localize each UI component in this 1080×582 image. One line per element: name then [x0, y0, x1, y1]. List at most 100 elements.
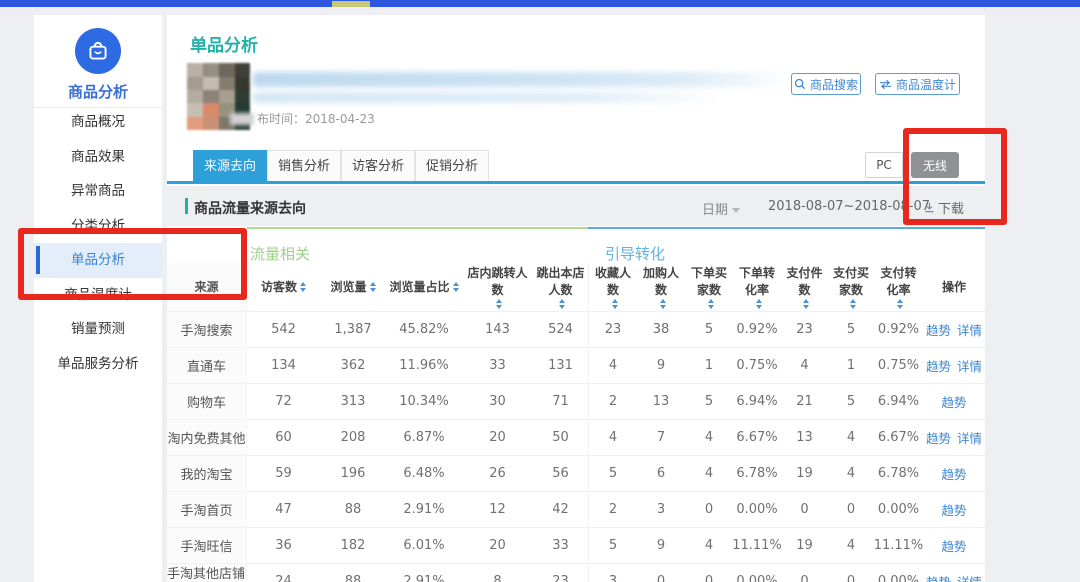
date-range-value[interactable]: 2018-08-07~2018-08-07	[768, 199, 930, 214]
download-button[interactable]: 下载	[924, 198, 964, 217]
section-title: 商品流量来源去向	[194, 198, 306, 218]
column-header-3[interactable]: 浏览量占比	[386, 263, 462, 311]
product-search-label: 商品搜索	[810, 76, 858, 93]
sort-arrows-icon	[708, 299, 714, 309]
tab-visitor-analysis[interactable]: 访客分析	[341, 150, 415, 181]
value-cell: 6.48%	[386, 456, 462, 491]
detail-link[interactable]: 详情	[957, 428, 982, 447]
value-cell: 0	[685, 564, 733, 582]
table-row: 我的淘宝591966.48%26565646.78%1946.78%趋势	[167, 455, 985, 491]
sort-arrows-icon	[897, 299, 903, 309]
trend-link[interactable]: 趋势	[941, 464, 966, 483]
value-cell: 36	[247, 528, 320, 563]
detail-link[interactable]: 详情	[957, 572, 982, 582]
action-cell: 趋势详情	[923, 564, 985, 582]
sidebar-item-single-item-analysis[interactable]: 单品分析	[34, 243, 162, 278]
sort-arrows-icon	[850, 299, 856, 309]
value-cell: 0	[781, 492, 828, 527]
sort-arrows-icon	[453, 282, 459, 292]
column-header-10[interactable]: 支付件数	[781, 263, 828, 311]
source-cell: 我的淘宝	[167, 456, 247, 491]
value-cell: 33	[462, 348, 533, 383]
value-cell: 1	[685, 348, 733, 383]
sidebar-item-category-analysis[interactable]: 分类分析	[34, 209, 162, 244]
value-cell: 524	[533, 312, 588, 347]
pc-toggle[interactable]: PC	[865, 152, 903, 178]
value-cell: 33	[533, 528, 588, 563]
value-cell: 30	[462, 384, 533, 419]
value-cell: 313	[320, 384, 386, 419]
sidebar-item-product-overview[interactable]: 商品概况	[34, 105, 162, 140]
column-header-6[interactable]: 收藏人数	[588, 263, 637, 311]
product-thermometer-button[interactable]: 商品温度计	[875, 73, 960, 95]
column-header-11[interactable]: 支付买家数	[828, 263, 874, 311]
tab-source-destination[interactable]: 来源去向	[193, 150, 267, 181]
value-cell: 0	[637, 564, 685, 582]
product-search-button[interactable]: 商品搜索	[791, 73, 861, 95]
wireless-toggle[interactable]: 无线	[911, 152, 959, 178]
column-header-5[interactable]: 跳出本店人数	[533, 263, 588, 311]
value-cell: 4	[685, 420, 733, 455]
value-cell: 182	[320, 528, 386, 563]
value-cell: 0.00%	[874, 564, 923, 582]
column-header-4[interactable]: 店内跳转人数	[462, 263, 533, 311]
search-icon	[794, 78, 806, 90]
sidebar-item-sales-forecast[interactable]: 销量预测	[34, 312, 162, 347]
value-cell: 21	[781, 384, 828, 419]
trend-link[interactable]: 趋势	[941, 536, 966, 555]
product-title-blurred	[253, 72, 793, 87]
value-cell: 4	[828, 420, 874, 455]
value-cell: 6.94%	[874, 384, 923, 419]
trend-link[interactable]: 趋势	[926, 356, 951, 375]
value-cell: 0.92%	[733, 312, 781, 347]
value-cell: 20	[462, 420, 533, 455]
column-header-9[interactable]: 下单转化率	[733, 263, 781, 311]
value-cell: 72	[247, 384, 320, 419]
detail-link[interactable]: 详情	[957, 320, 982, 339]
value-cell: 5	[828, 312, 874, 347]
column-header-0: 来源	[167, 263, 247, 311]
table-body: 手淘搜索5421,38745.82%143524233850.92%2350.9…	[167, 311, 985, 582]
convert-group-line	[588, 227, 985, 229]
release-time-label: 布时间：	[257, 110, 305, 127]
value-cell: 0	[781, 564, 828, 582]
column-header-2[interactable]: 浏览量	[320, 263, 386, 311]
shopping-bag-icon	[75, 28, 121, 74]
date-dropdown[interactable]: 日期	[702, 199, 740, 218]
value-cell: 8	[462, 564, 533, 582]
value-cell: 23	[781, 312, 828, 347]
sidebar-item-abnormal-products[interactable]: 异常商品	[34, 174, 162, 209]
sort-arrows-icon	[612, 299, 618, 309]
trend-link[interactable]: 趋势	[941, 500, 966, 519]
value-cell: 19	[781, 456, 828, 491]
product-subtitle-blurred	[253, 92, 723, 103]
tab-sales-analysis[interactable]: 销售分析	[267, 150, 341, 181]
source-cell: 手淘首页	[167, 492, 247, 527]
column-header-1[interactable]: 访客数	[247, 263, 320, 311]
detail-link[interactable]: 详情	[957, 356, 982, 375]
sidebar-item-product-effect[interactable]: 商品效果	[34, 140, 162, 175]
column-header-8[interactable]: 下单买家数	[685, 263, 733, 311]
sidebar-item-single-item-service[interactable]: 单品服务分析	[34, 347, 162, 382]
source-cell: 手淘旺信	[167, 528, 247, 563]
trend-link[interactable]: 趋势	[926, 572, 951, 582]
value-cell: 5	[828, 384, 874, 419]
value-cell: 10.34%	[386, 384, 462, 419]
column-header-12[interactable]: 支付转化率	[874, 263, 923, 311]
tab-promotion-analysis[interactable]: 促销分析	[415, 150, 489, 181]
value-cell: 4	[685, 528, 733, 563]
value-cell: 4	[828, 528, 874, 563]
value-cell: 6.87%	[386, 420, 462, 455]
trend-link[interactable]: 趋势	[926, 320, 951, 339]
table-row: 手淘其他店铺商品24882.91%8233000.00%000.00%趋势详情	[167, 563, 985, 582]
action-cell: 趋势详情	[923, 420, 985, 455]
column-header-7[interactable]: 加购人数	[637, 263, 685, 311]
value-cell: 2.91%	[386, 492, 462, 527]
value-cell: 13	[637, 384, 685, 419]
value-cell: 6	[637, 456, 685, 491]
sidebar-item-product-thermometer[interactable]: 商品温度计	[34, 278, 162, 313]
value-cell: 2.91%	[386, 564, 462, 582]
trend-link[interactable]: 趋势	[926, 428, 951, 447]
value-cell: 23	[588, 312, 637, 347]
trend-link[interactable]: 趋势	[941, 392, 966, 411]
